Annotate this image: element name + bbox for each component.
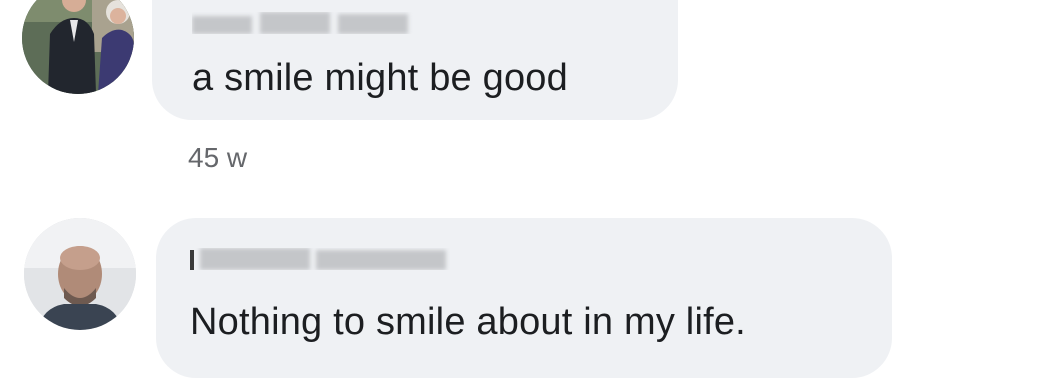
name-blur bbox=[338, 14, 408, 34]
comment-thread: { "comments": [ { "text": "a smile might… bbox=[0, 0, 1040, 378]
comment-1-bubble[interactable]: a smile might be good bbox=[152, 0, 678, 120]
comment-1-timestamp[interactable]: 45 w bbox=[188, 142, 247, 174]
commenter-2-avatar[interactable] bbox=[24, 218, 136, 330]
name-blur bbox=[192, 16, 252, 34]
profile-photo-couple-icon bbox=[22, 0, 134, 94]
name-blur bbox=[200, 248, 310, 270]
name-blur bbox=[316, 250, 446, 270]
commenter-1-name-redacted[interactable] bbox=[192, 12, 432, 34]
comment-2-bubble[interactable]: Nothing to smile about in my life. bbox=[156, 218, 892, 378]
comment-1-text: a smile might be good bbox=[192, 57, 568, 99]
profile-photo-man-icon bbox=[24, 218, 136, 330]
comment-2-text: Nothing to smile about in my life. bbox=[190, 301, 746, 343]
comment-1: a smile might be good 45 w bbox=[0, 0, 1040, 200]
name-blur bbox=[190, 250, 194, 270]
name-blur bbox=[260, 12, 330, 34]
commenter-1-avatar[interactable] bbox=[22, 0, 134, 94]
comment-2: Nothing to smile about in my life. bbox=[0, 200, 1040, 378]
commenter-2-name-redacted[interactable] bbox=[190, 248, 450, 270]
